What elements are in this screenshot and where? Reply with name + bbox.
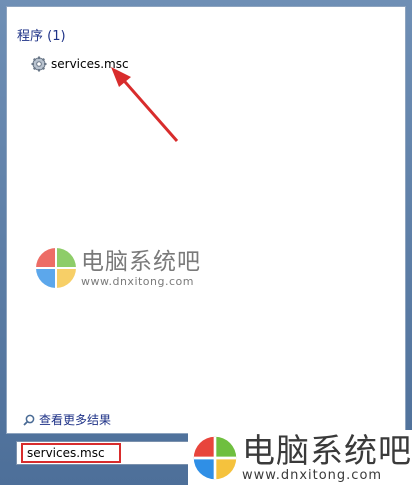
see-more-results-link[interactable]: 查看更多结果 [23,411,111,428]
result-item-services-msc[interactable]: services.msc [31,53,129,75]
corner-watermark-title: 电脑系统吧 [242,430,412,470]
magnifier-icon [23,414,35,426]
watermark-title: 电脑系统吧 [81,248,201,275]
search-input[interactable] [21,443,121,463]
corner-watermark-url: www.dnxitong.com [242,467,383,483]
watermark-url: www.dnxitong.com [81,274,194,288]
corner-watermark-logo-icon [193,436,237,479]
red-annotation-arrow [111,67,179,142]
search-results-panel: 程序 (1) services.msc 电脑系统吧 www.dnxitong.c… [6,6,406,434]
services-gear-icon [31,56,47,72]
start-menu-frame: 程序 (1) services.msc 电脑系统吧 www.dnxitong.c… [0,0,412,485]
result-item-label: services.msc [51,57,129,71]
watermark-logo-icon [36,248,76,288]
results-group-title: 程序 (1) [17,29,66,44]
corner-watermark-logo: 电脑系统吧 www.dnxitong.com [188,430,412,485]
watermark-logo: 电脑系统吧 www.dnxitong.com [35,247,201,289]
see-more-label: 查看更多结果 [39,413,112,427]
